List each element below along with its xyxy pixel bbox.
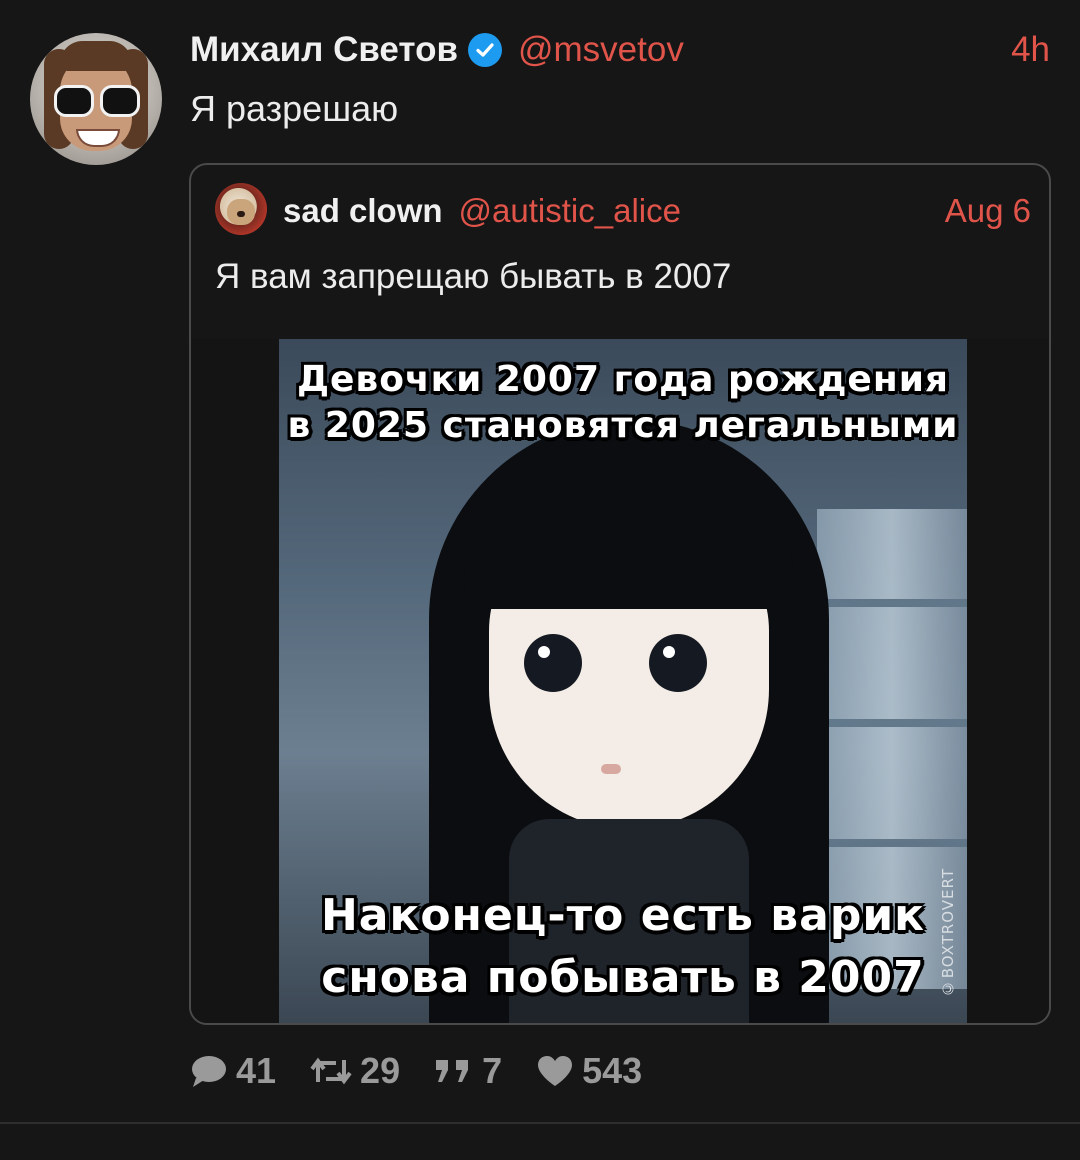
quote-button[interactable]: 7 (434, 1050, 502, 1092)
avatar-hair-top (60, 41, 132, 71)
quoted-tweet-date[interactable]: Aug 6 (945, 192, 1031, 230)
media-container: Девочки 2007 года рождения в 2025 станов… (191, 339, 1049, 1023)
tweet-actions: 41 29 7 543 (190, 1046, 676, 1096)
reply-icon (190, 1054, 228, 1088)
like-button[interactable]: 543 (536, 1050, 642, 1092)
author-name[interactable]: Михаил Светов (190, 30, 458, 70)
like-count: 543 (582, 1050, 643, 1091)
quoted-author-handle[interactable]: @autistic_alice (459, 192, 681, 230)
quote-count: 7 (482, 1050, 503, 1091)
quoted-tweet[interactable]: sad clown @autistic_alice Aug 6 Я вам за… (189, 163, 1051, 1025)
tweet-text: Я разрешаю (190, 88, 399, 129)
retweet-button[interactable]: 29 (310, 1050, 400, 1092)
divider (0, 1122, 1080, 1124)
meme-caption-line: в 2025 становятся легальными (287, 405, 959, 446)
character-mouth (601, 764, 621, 774)
heart-icon (536, 1054, 574, 1088)
character-eye (524, 634, 582, 692)
quoted-tweet-header: sad clown @autistic_alice Aug 6 (283, 185, 1031, 237)
quoted-author-avatar[interactable] (215, 183, 267, 235)
meme-caption-line: Наконец-то есть варик (320, 890, 926, 941)
quoted-tweet-text: Я вам запрещаю бывать в 2007 (215, 257, 732, 296)
author-avatar[interactable] (30, 33, 162, 165)
character-eye (649, 634, 707, 692)
avatar-sunglasses (54, 85, 94, 117)
author-handle[interactable]: @msvetov (518, 30, 684, 70)
verified-badge-icon (468, 33, 502, 67)
meme-caption-line: снова побывать в 2007 (321, 952, 925, 1003)
meme-credit-watermark: ©BOXTROVERT (939, 867, 957, 997)
tweet-header: Михаил Светов @msvetov 4h (190, 28, 1050, 72)
reply-button[interactable]: 41 (190, 1050, 276, 1092)
quoted-author-name[interactable]: sad clown (283, 192, 443, 230)
meme-caption-line: Девочки 2007 года рождения (296, 359, 950, 400)
retweet-icon (310, 1055, 352, 1087)
meme-caption-top: Девочки 2007 года рождения в 2025 станов… (279, 357, 967, 449)
reply-count: 41 (236, 1050, 277, 1091)
avatar-dog-nose (237, 211, 245, 217)
meme-image[interactable]: Девочки 2007 года рождения в 2025 станов… (279, 339, 967, 1023)
meme-caption-bottom: Наконец-то есть варик снова побывать в 2… (279, 885, 967, 1009)
tweet-time[interactable]: 4h (1011, 30, 1050, 70)
avatar-sunglasses (100, 85, 140, 117)
quote-icon (434, 1056, 474, 1086)
retweet-count: 29 (360, 1050, 401, 1091)
